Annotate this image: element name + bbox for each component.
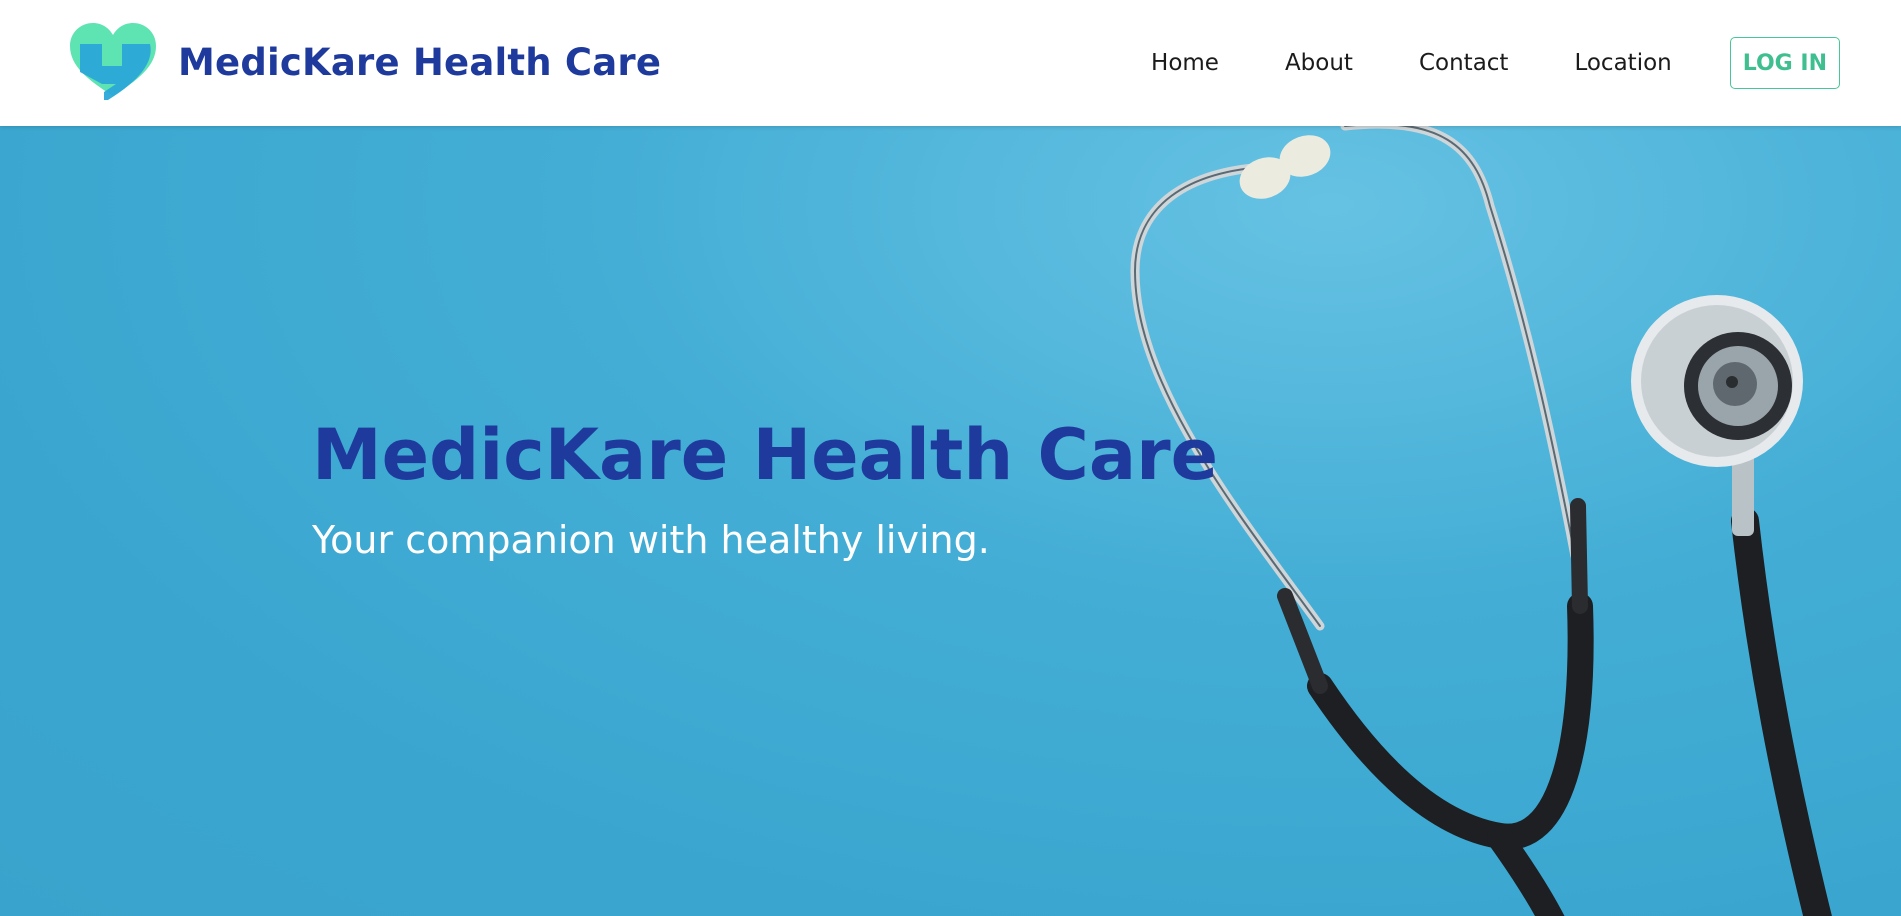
nav-about-link[interactable]: About (1285, 50, 1353, 76)
nav-home-link[interactable]: Home (1151, 50, 1219, 76)
navbar: MedicKare Health Care Home About Contact… (0, 0, 1901, 126)
hero-section: MedicKare Health Care Your companion wit… (0, 126, 1901, 916)
login-button[interactable]: LOG IN (1729, 37, 1840, 89)
hero-title: MedicKare Health Care (312, 414, 1219, 496)
nav-contact-link[interactable]: Contact (1419, 50, 1508, 76)
brand[interactable]: MedicKare Health Care (68, 22, 661, 102)
heart-logo-icon (70, 23, 156, 100)
hero-subtitle: Your companion with healthy living. (312, 518, 990, 562)
nav-location-link[interactable]: Location (1574, 50, 1671, 76)
nav-links: Home About Contact Location LOG IN (1151, 37, 1840, 89)
brand-name: MedicKare Health Care (178, 40, 662, 84)
